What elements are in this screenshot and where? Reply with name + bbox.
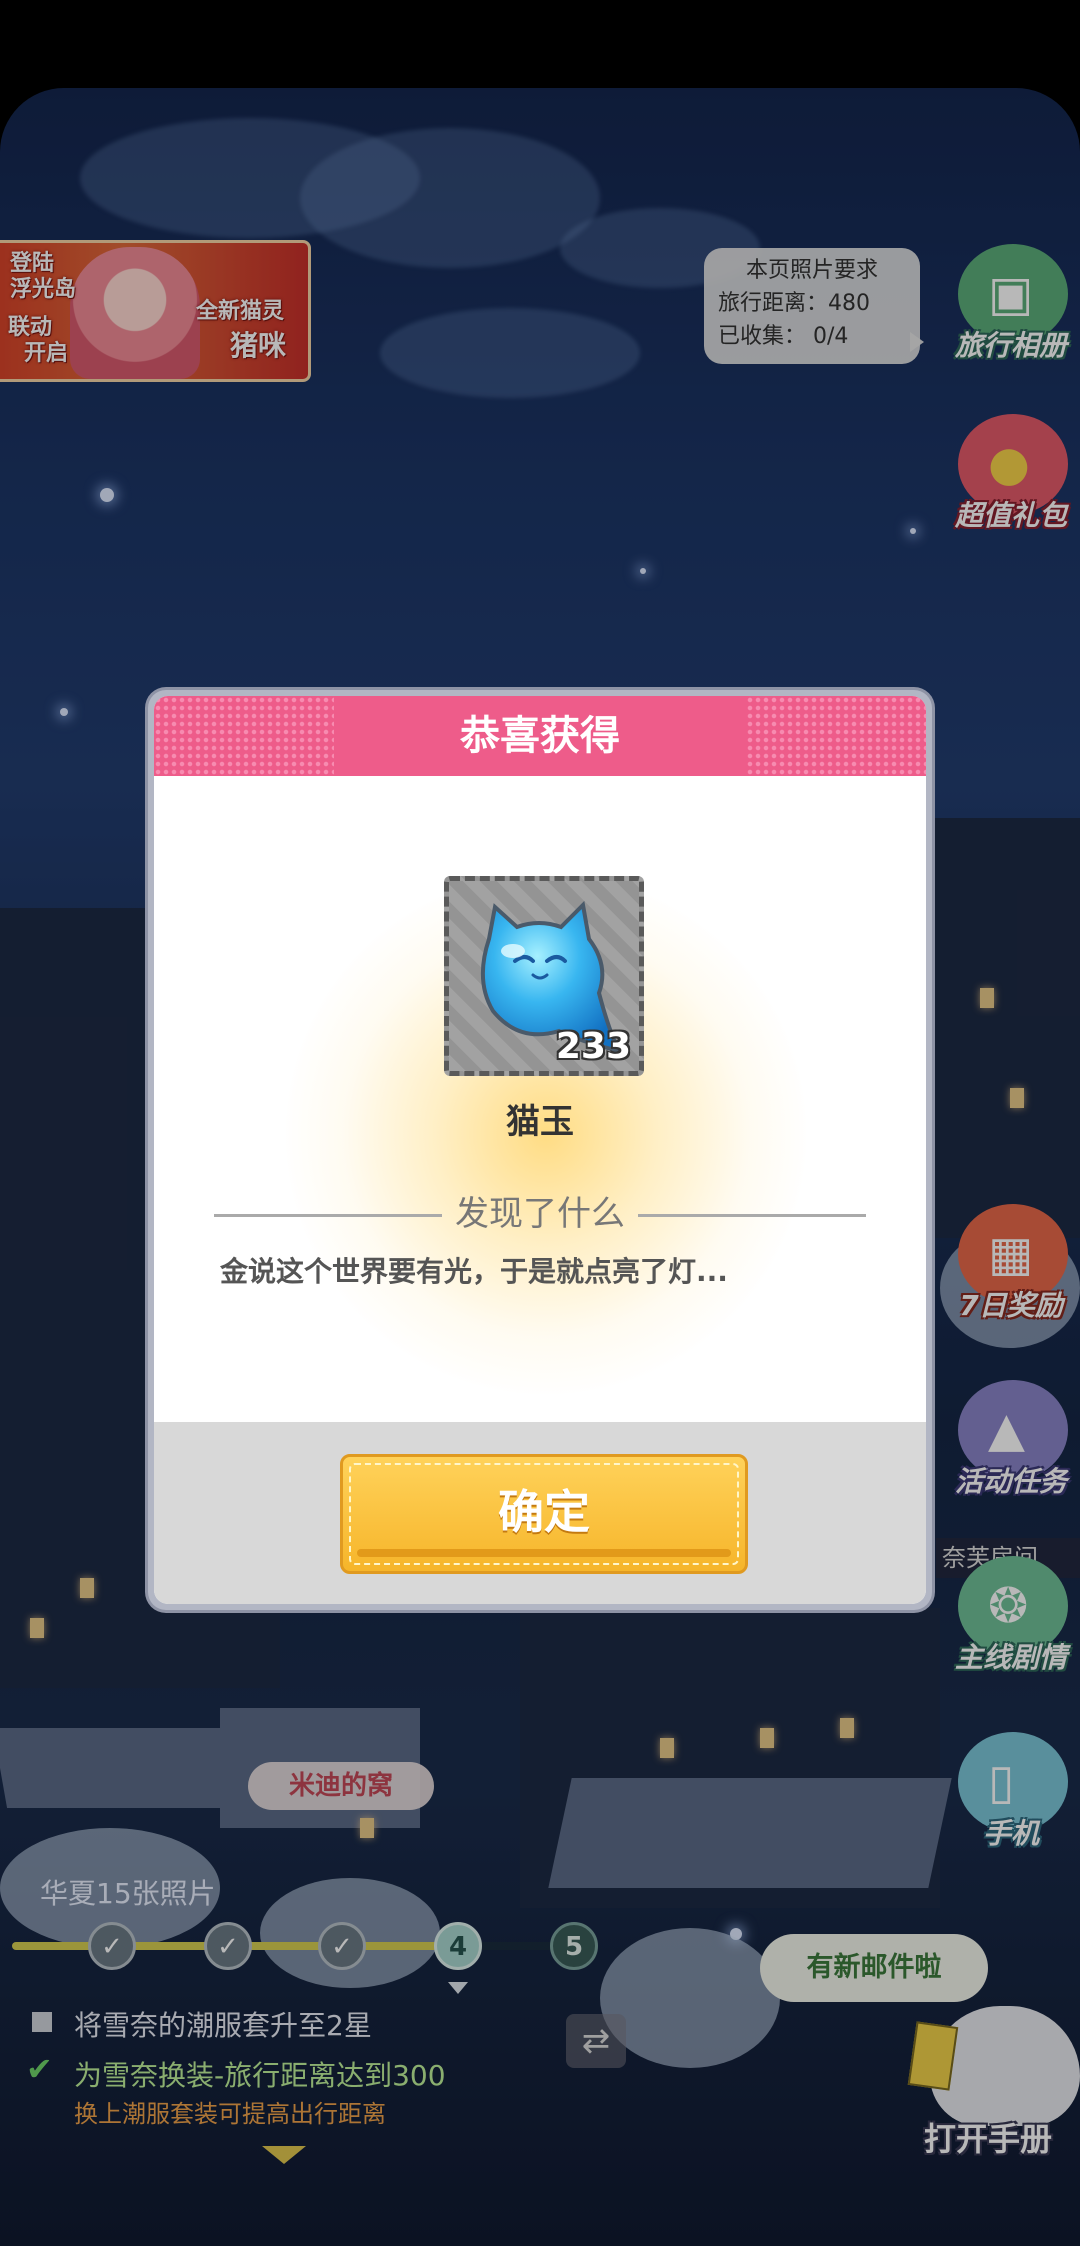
item-name: 猫玉 [506, 1102, 574, 1142]
discovery-section-header: 发现了什么 [214, 1194, 866, 1234]
confirm-label: 确定 [498, 1485, 590, 1539]
section-title: 发现了什么 [455, 1194, 625, 1234]
item-quantity: 233 [555, 1026, 631, 1067]
reward-dialog-body: 恭喜获得 233 猫玉 发现了什么 金说这个世界要有光，于是就点亮了灯... 确… [154, 696, 926, 1604]
reward-item-slot[interactable]: 233 [444, 876, 644, 1076]
dialog-header: 恭喜获得 [154, 696, 926, 776]
reward-dialog: 恭喜获得 233 猫玉 发现了什么 金说这个世界要有光，于是就点亮了灯... 确… [148, 690, 932, 1610]
dialog-footer: 确定 [154, 1422, 926, 1604]
dialog-title: 恭喜获得 [460, 713, 620, 759]
item-description: 金说这个世界要有光，于是就点亮了灯... [220, 1255, 728, 1288]
confirm-button[interactable]: 确定 [340, 1454, 748, 1574]
